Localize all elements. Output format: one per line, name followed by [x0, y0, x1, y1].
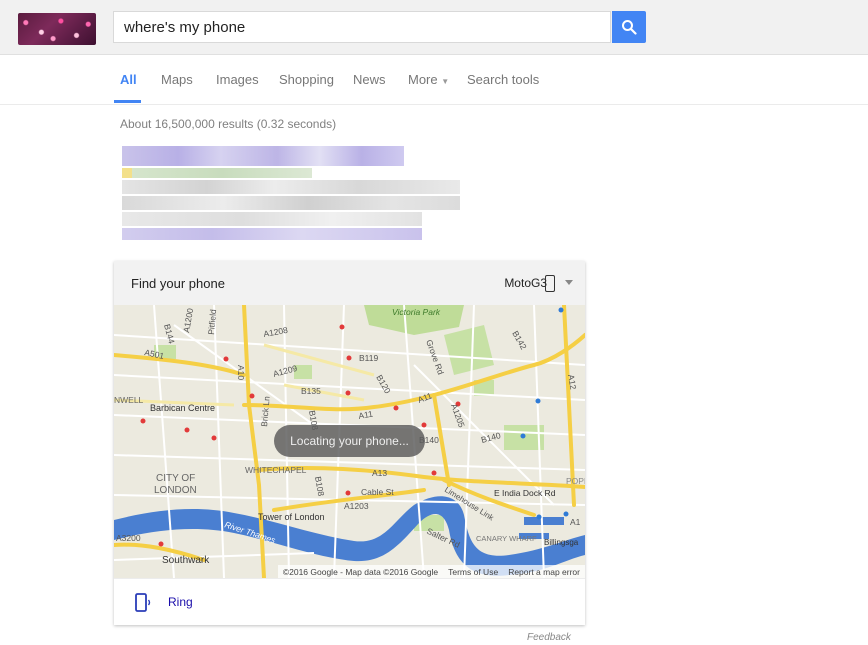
tab-more-label: More: [408, 72, 438, 87]
map-label-grove-rd: Grove Rd: [424, 338, 446, 376]
search-button[interactable]: [612, 11, 646, 43]
map-label-a11-1: A11: [358, 409, 374, 421]
map[interactable]: Victoria Park Barbican Centre CITY OF LO…: [114, 305, 585, 578]
tab-shopping[interactable]: Shopping: [279, 72, 334, 87]
active-tab-indicator: [114, 100, 141, 103]
search-input[interactable]: [122, 18, 596, 37]
map-label-india-dock: E India Dock Rd: [494, 488, 556, 498]
ring-button[interactable]: Ring: [168, 595, 193, 609]
map-label-b120: B120: [374, 373, 393, 395]
tab-all[interactable]: All: [120, 72, 137, 87]
search-icon: [622, 20, 637, 35]
map-label-whitechapel: WHITECHAPEL: [245, 465, 307, 475]
find-your-phone-card: Find your phone MotoG3 Victoria Park Bar…: [114, 261, 585, 625]
ring-phone-icon: [135, 593, 151, 612]
map-label-well: NWELL: [114, 395, 144, 405]
search-tabs: All Maps Images Shopping News More ▼ Sea…: [0, 55, 868, 105]
map-label-a17: A1: [570, 517, 581, 527]
map-label-popl: POPL: [566, 476, 585, 486]
chevron-down-icon[interactable]: [565, 280, 573, 285]
map-label-city-1: CITY OF: [156, 473, 195, 484]
map-label-b142: B142: [510, 329, 529, 351]
map-label-a1200: A1200: [181, 307, 195, 333]
map-label-billingsgate: Billingsga: [544, 538, 579, 547]
map-label-city-2: LONDON: [154, 485, 197, 496]
terms-link[interactable]: Terms of Use: [448, 567, 498, 577]
map-label-b135: B135: [301, 386, 321, 396]
map-footer: ©2016 Google - Map data ©2016 Google Ter…: [277, 565, 585, 578]
chevron-down-icon: ▼: [441, 77, 450, 86]
top-bar: [0, 0, 868, 55]
tab-search-tools[interactable]: Search tools: [467, 72, 539, 87]
map-label-b108b: B108: [313, 476, 326, 498]
result-stats: About 16,500,000 results (0.32 seconds): [120, 117, 337, 131]
device-selector[interactable]: MotoG3: [504, 276, 547, 290]
map-label-southwark: Southwark: [162, 555, 210, 566]
map-label-tower: Tower of London: [258, 512, 325, 522]
map-label-b119: B119: [359, 353, 378, 363]
card-header: Find your phone MotoG3: [114, 261, 585, 305]
locating-status: Locating your phone...: [274, 425, 425, 457]
report-map-error-link[interactable]: Report a map error: [508, 567, 580, 577]
tab-more[interactable]: More ▼: [408, 72, 449, 87]
map-label-a1203: A1203: [344, 501, 369, 511]
map-label-canary: CANARY WHARF: [476, 534, 537, 543]
map-label-cable-st: Cable St: [361, 487, 394, 497]
tab-maps[interactable]: Maps: [161, 72, 193, 87]
tab-news[interactable]: News: [353, 72, 386, 87]
device-name: MotoG3: [504, 276, 547, 290]
map-label-a13: A13: [372, 468, 387, 478]
map-label-barbican: Barbican Centre: [150, 403, 215, 413]
map-label-pitfield: Pitfield: [206, 309, 218, 336]
ring-action[interactable]: Ring: [114, 578, 585, 626]
map-label-victoria-park: Victoria Park: [392, 307, 441, 317]
search-box[interactable]: [113, 11, 611, 43]
feedback-link[interactable]: Feedback: [527, 632, 571, 643]
tab-images[interactable]: Images: [216, 72, 259, 87]
map-label-a10: A10: [236, 365, 246, 380]
doodle-logo[interactable]: [18, 13, 96, 45]
map-label-a3200: A3200: [116, 533, 141, 543]
phone-icon: [545, 275, 555, 292]
card-title: Find your phone: [131, 276, 225, 291]
map-label-a1205: A1205: [449, 402, 467, 429]
map-attribution: ©2016 Google - Map data ©2016 Google: [282, 566, 439, 577]
